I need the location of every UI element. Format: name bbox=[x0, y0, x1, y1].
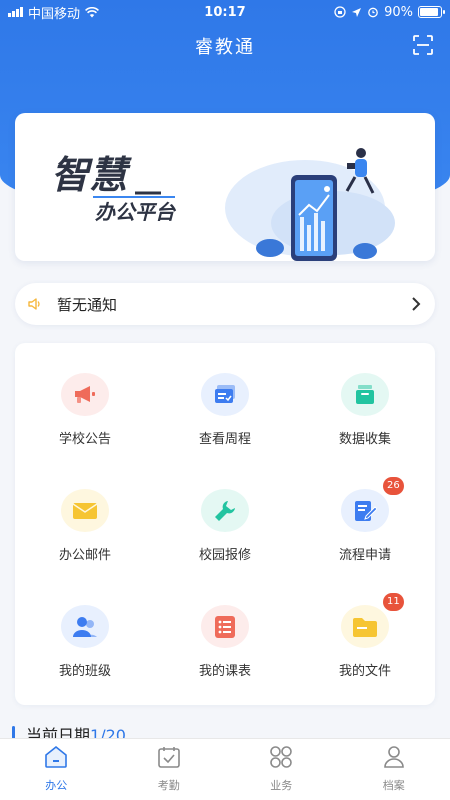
scan-icon[interactable] bbox=[412, 34, 434, 56]
home-icon bbox=[43, 745, 69, 773]
tab-label: 业务 bbox=[270, 779, 293, 792]
tab-3[interactable]: 档案 bbox=[338, 739, 450, 800]
folder-icon bbox=[341, 605, 389, 648]
location-icon bbox=[352, 7, 362, 17]
promo-banner[interactable]: 智慧 办公平台 bbox=[15, 113, 435, 261]
count-badge: 26 bbox=[383, 477, 404, 495]
alarm-icon bbox=[368, 7, 378, 18]
feature-grid: 学校公告 查看周程 数据收集办公邮件 校园报修 流程申请 26 我的班级 我的课表 我的文件 11 bbox=[15, 373, 435, 679]
feature-label: 学校公告 bbox=[58, 432, 111, 447]
tab-0[interactable]: 办公 bbox=[0, 739, 113, 800]
tab-label: 考勤 bbox=[157, 779, 180, 792]
battery-icon bbox=[418, 6, 445, 18]
tab-label: 办公 bbox=[45, 779, 68, 792]
mail-icon bbox=[61, 489, 109, 532]
feature-item[interactable]: 查看周程 bbox=[155, 373, 295, 447]
feature-item[interactable]: 校园报修 bbox=[155, 489, 295, 563]
feature-label: 校园报修 bbox=[198, 548, 251, 563]
feature-item[interactable]: 办公邮件 bbox=[15, 489, 155, 563]
chevron-right-icon[interactable] bbox=[411, 296, 421, 312]
feature-item[interactable]: 我的文件 11 bbox=[295, 593, 435, 679]
feature-label: 我的班级 bbox=[58, 664, 111, 679]
schedule-card-icon bbox=[201, 373, 249, 416]
notice-bar[interactable]: 暂无通知 bbox=[15, 283, 435, 325]
battery-percent: 90% bbox=[384, 4, 413, 20]
feature-label: 流程申请 bbox=[338, 548, 391, 563]
feature-label: 办公邮件 bbox=[58, 548, 111, 563]
count-badge: 11 bbox=[383, 593, 404, 611]
feature-item[interactable]: 我的班级 bbox=[15, 605, 155, 679]
feature-item[interactable]: 我的课表 bbox=[155, 605, 295, 679]
feature-item[interactable]: 数据收集 bbox=[295, 373, 435, 447]
nav-bar: 睿教通 bbox=[0, 24, 450, 68]
wifi-icon bbox=[85, 6, 99, 17]
tab-1[interactable]: 考勤 bbox=[113, 739, 226, 800]
carrier-label: 中国移动 bbox=[28, 6, 81, 22]
bottom-tab-bar: 办公 考勤 业务 档案 bbox=[0, 738, 450, 800]
status-bar: 中国移动 10:17 90% bbox=[0, 0, 450, 24]
feature-item[interactable]: 流程申请 26 bbox=[295, 477, 435, 563]
notice-text: 暂无通知 bbox=[57, 295, 118, 314]
signal-icon bbox=[8, 7, 23, 17]
collect-box-icon bbox=[341, 373, 389, 416]
feature-label: 查看周程 bbox=[198, 432, 251, 447]
tab-2[interactable]: 业务 bbox=[225, 739, 338, 800]
megaphone-icon bbox=[61, 373, 109, 416]
document-edit-icon bbox=[341, 489, 389, 532]
banner-illustration: 智慧 办公平台 bbox=[47, 148, 395, 261]
feature-label: 我的文件 bbox=[338, 664, 391, 679]
list-icon bbox=[201, 605, 249, 648]
speaker-icon bbox=[28, 298, 40, 310]
banner-subtitle: 办公平台 bbox=[95, 200, 177, 224]
lock-rotation-icon bbox=[334, 6, 346, 18]
banner-title: 智慧 bbox=[51, 153, 132, 197]
people-icon bbox=[61, 605, 109, 648]
feature-label: 我的课表 bbox=[198, 664, 251, 679]
tab-label: 档案 bbox=[382, 779, 405, 792]
page-title: 睿教通 bbox=[195, 37, 255, 58]
wrench-icon bbox=[201, 489, 249, 532]
feature-label: 数据收集 bbox=[338, 432, 391, 447]
profile-icon bbox=[382, 745, 406, 773]
feature-item[interactable]: 学校公告 bbox=[15, 373, 155, 447]
calendar-check-icon bbox=[157, 745, 181, 773]
grid-circles-icon bbox=[269, 745, 293, 773]
feature-grid-card: 学校公告 查看周程 数据收集办公邮件 校园报修 流程申请 26 我的班级 我的课表 我的文件 11 bbox=[15, 343, 435, 705]
